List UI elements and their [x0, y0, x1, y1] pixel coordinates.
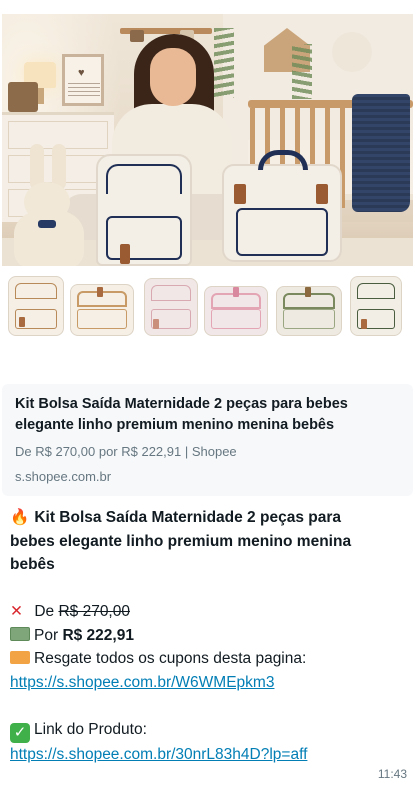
mini-bag-pocket	[211, 309, 261, 329]
mini-bag-pocket	[283, 309, 335, 329]
product-link[interactable]: https://s.shopee.com.br/30nrL83h4D?lp=af…	[10, 746, 307, 763]
product-label-line: ✓ Link do Produto:	[10, 718, 406, 743]
product-hero-image[interactable]: ♥	[2, 14, 413, 266]
old-price-label: De	[34, 603, 55, 620]
new-price-line: Por R$ 222,91	[10, 624, 406, 648]
mini-bag-tag	[305, 287, 311, 297]
bag-trim	[106, 164, 182, 194]
mini-bag-tag	[19, 317, 25, 327]
wall-shelf	[120, 28, 212, 42]
headline-line: 🔥 Kit Bolsa Saída Maternidade 2 peças pa…	[10, 506, 406, 530]
old-price-line: ✕ De R$ 270,00	[10, 600, 406, 624]
fire-icon: 🔥	[10, 509, 30, 526]
product-link-line: https://s.shopee.com.br/30nrL83h4D?lp=af…	[10, 743, 406, 767]
mini-bag	[8, 276, 64, 336]
picture-frame: ♥	[62, 54, 104, 106]
new-price: R$ 222,91	[62, 626, 134, 644]
thumbnail-bag-pink-large[interactable]	[202, 270, 270, 342]
leather-tag	[234, 184, 246, 204]
frame-text-lines	[68, 83, 100, 97]
mini-bag-tag	[97, 287, 103, 297]
hanging-plant	[214, 28, 234, 98]
coupon-text: Resgate todos os cupons desta pagina:	[34, 650, 307, 667]
navy-blanket	[352, 94, 410, 212]
coupon-link[interactable]: https://s.shopee.com.br/W6WMEpkm3	[10, 674, 274, 691]
heart-icon: ♥	[78, 67, 85, 79]
hanging-plant	[292, 44, 312, 99]
product-label: Link do Produto:	[34, 720, 147, 738]
bag-pocket	[236, 208, 328, 256]
cash-icon	[10, 626, 30, 641]
thumbnail-bag-cream[interactable]	[6, 270, 66, 342]
headline-line: bebes elegante linho premium menino meni…	[10, 532, 352, 550]
message-text: 🔥 Kit Bolsa Saída Maternidade 2 peças pa…	[10, 506, 406, 766]
coupon-link-line: https://s.shopee.com.br/W6WMEpkm3	[10, 671, 406, 695]
coupon-line: Resgate todos os cupons desta pagina:	[10, 647, 406, 671]
thumbnail-bag-green[interactable]	[348, 270, 404, 342]
message-bubble: ♥ Kit Bolsa Saída Maternidade 2 peças pa…	[0, 0, 416, 789]
bunny-toy-head	[24, 182, 70, 222]
mini-bag-flap	[151, 285, 191, 301]
basket	[8, 82, 38, 112]
headline-line: bebês	[10, 556, 55, 573]
maternity-bag	[222, 150, 342, 262]
product-thumbnail-strip	[2, 266, 413, 346]
leather-tag	[316, 184, 328, 204]
mini-bag	[144, 278, 198, 336]
preview-subtitle: De R$ 270,00 por R$ 222,91 | Shopee	[15, 444, 237, 459]
mini-bag-pocket	[77, 309, 127, 329]
thumbnail-bag-sage[interactable]	[274, 270, 344, 342]
link-preview-card[interactable]: Kit Bolsa Saída Maternidade 2 peças para…	[2, 384, 413, 496]
mini-bag-flap	[15, 283, 57, 299]
mini-bag-flap	[357, 283, 395, 299]
bunny-bow	[38, 220, 56, 228]
shelf-decor	[130, 30, 144, 42]
cross-mark-icon: ✕	[10, 603, 23, 620]
preview-domain: s.shopee.com.br	[15, 469, 112, 484]
leather-tag	[120, 244, 130, 264]
cloud-decor	[332, 32, 372, 72]
ticket-icon	[10, 651, 30, 664]
mini-bag	[350, 276, 402, 336]
thumbnail-bag-pink[interactable]	[142, 270, 200, 342]
mini-bag	[204, 286, 268, 336]
bag-pocket	[106, 216, 182, 260]
check-mark-icon: ✓	[10, 722, 30, 743]
woman-face	[150, 48, 196, 106]
headline-text: Kit Bolsa Saída Maternidade 2 peças para	[34, 509, 341, 526]
message-timestamp: 11:43	[377, 767, 407, 781]
old-price: R$ 270,00	[58, 603, 130, 620]
mini-bag-tag	[233, 287, 239, 297]
mini-bag-tag	[361, 319, 367, 329]
thumbnail-bag-cream-tan[interactable]	[68, 270, 136, 342]
mini-bag	[70, 284, 134, 336]
preview-title: Kit Bolsa Saída Maternidade 2 peças para…	[15, 396, 348, 433]
mini-bag-tag	[153, 319, 159, 329]
mini-bag	[276, 286, 342, 336]
new-price-label: Por	[34, 626, 59, 644]
backpack-bag	[96, 154, 192, 266]
